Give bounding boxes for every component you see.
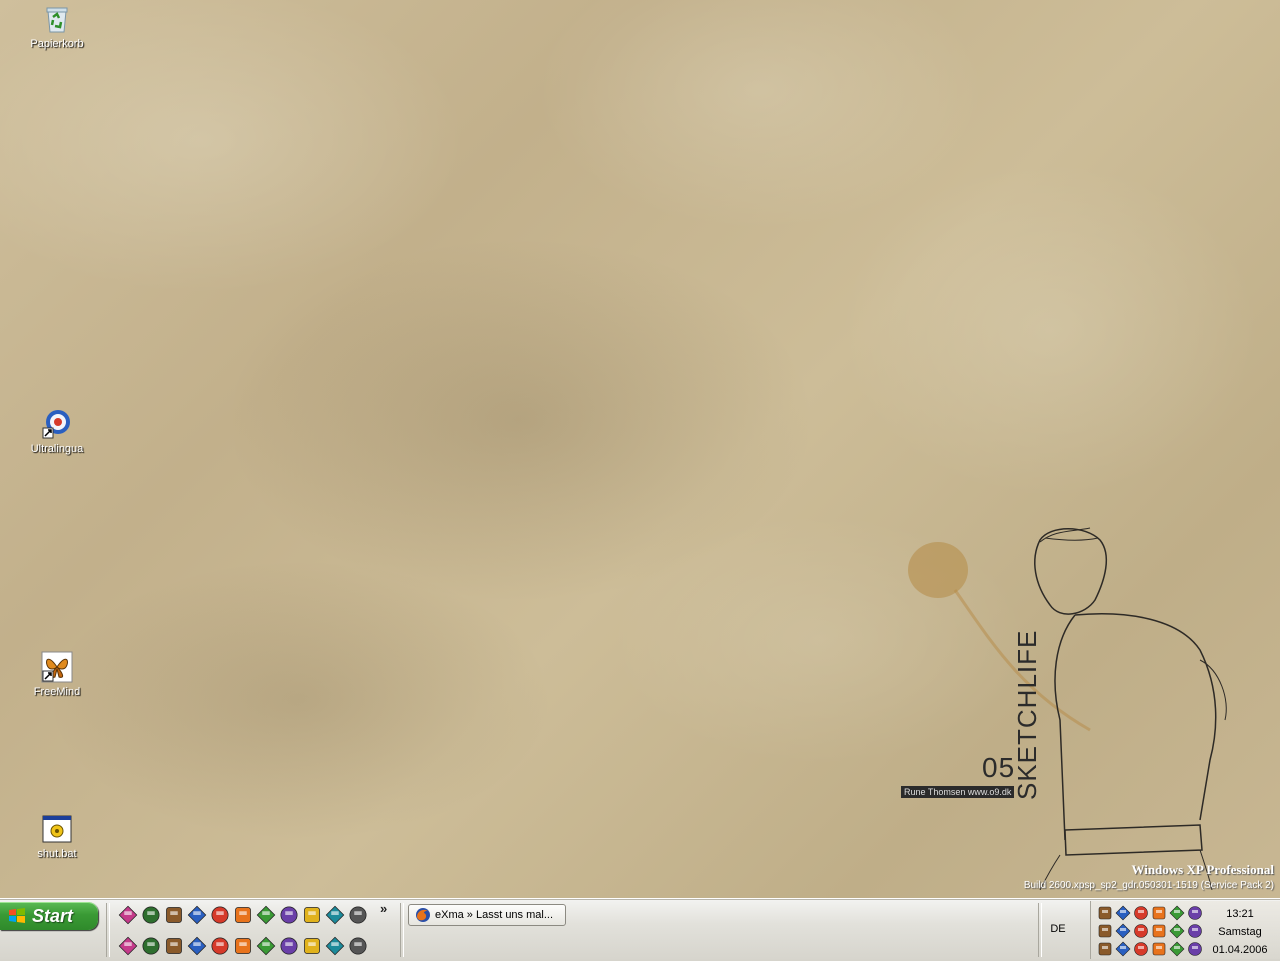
battery-icon[interactable] (1115, 923, 1131, 939)
mail-icon[interactable] (1187, 941, 1203, 957)
play-icon[interactable] (348, 905, 368, 925)
media-icon[interactable] (210, 905, 230, 925)
desktop-icon[interactable] (210, 936, 230, 956)
wallpaper-credit: Rune Thomsen www.o9.dk (901, 786, 1015, 798)
ultralingua-icon (42, 410, 70, 439)
winamp-icon[interactable] (233, 905, 253, 925)
clock-day: Samstag (1218, 926, 1262, 938)
share-icon[interactable] (1187, 923, 1203, 939)
windows-logo-icon (9, 908, 25, 923)
batch-file-icon (42, 815, 72, 843)
tree-icon[interactable] (164, 936, 184, 956)
quick-launch-chevron[interactable]: » (380, 901, 387, 916)
box-icon[interactable] (325, 936, 345, 956)
desktop-icon-ultralingua[interactable]: Ultralingua (17, 408, 97, 455)
taskbar: Start » eXma » Lasst uns mal... DE 13:21… (0, 898, 1280, 961)
wallpaper-sketch-figure (908, 527, 1227, 890)
taskbar-separator (400, 903, 404, 957)
desktop-icon-freemind[interactable]: FreeMind (17, 651, 97, 698)
web-icon[interactable] (279, 936, 299, 956)
clock-date: 01.04.2006 (1212, 944, 1268, 956)
quick-launch-row (118, 905, 368, 925)
monitor-icon[interactable] (1151, 923, 1167, 939)
desktop-icon-shut-bat[interactable]: shut.bat (17, 813, 97, 860)
network-tray-icon[interactable] (1115, 905, 1131, 921)
tray-row (1097, 941, 1203, 957)
network-icon[interactable] (187, 905, 207, 925)
security-icon[interactable] (1097, 923, 1113, 939)
os-version-watermark: Windows XP Professional (1131, 862, 1274, 877)
os-build-watermark: Build 2600.xpsp_sp2_gdr.050301-1519 (Ser… (1023, 880, 1274, 891)
clock-time: 13:21 (1226, 908, 1254, 920)
desktop-icon-recycle-bin[interactable]: Papierkorb (17, 3, 97, 50)
usb-icon[interactable] (1151, 941, 1167, 957)
monkey-icon[interactable] (233, 936, 253, 956)
task-button-firefox[interactable]: eXma » Lasst uns mal... (408, 904, 566, 926)
refresh-icon[interactable] (1169, 941, 1185, 957)
ati-icon[interactable] (1151, 905, 1167, 921)
wallpaper-number: 05 (982, 752, 1016, 783)
network-computer-icon[interactable] (256, 936, 276, 956)
desktop-icon-label: FreeMind (33, 686, 81, 698)
globe-tray-icon[interactable] (1133, 905, 1149, 921)
globe-icon[interactable] (141, 936, 161, 956)
clock[interactable]: 13:21 Samstag 01.04.2006 (1209, 905, 1271, 959)
updown-icon[interactable] (1169, 923, 1185, 939)
task-button-label: eXma » Lasst uns mal... (435, 909, 553, 921)
firefox-icon (416, 908, 430, 922)
calculator-icon[interactable] (279, 905, 299, 925)
settings-icon[interactable] (302, 905, 322, 925)
tool-icon[interactable] (348, 936, 368, 956)
bluetooth-icon[interactable] (1133, 923, 1149, 939)
clock-icon[interactable] (1133, 941, 1149, 957)
quick-launch-row (118, 936, 368, 956)
help-icon[interactable] (1187, 905, 1203, 921)
tray-row (1097, 905, 1203, 921)
close-tray-icon[interactable] (1169, 905, 1185, 921)
start-button[interactable]: Start (0, 902, 98, 930)
language-indicator[interactable]: DE (1046, 919, 1070, 939)
ie-icon[interactable] (118, 905, 138, 925)
connect-icon[interactable] (1115, 941, 1131, 957)
cmd-icon[interactable] (118, 936, 138, 956)
wallpaper-title: SKETCHLIFE (1012, 629, 1042, 800)
floppy-icon[interactable] (1097, 905, 1113, 921)
tray-row (1097, 923, 1203, 939)
grid-icon[interactable] (187, 936, 207, 956)
taskbar-separator (1038, 903, 1042, 957)
desktop-icon-label: Ultralingua (30, 443, 84, 455)
save-icon[interactable] (141, 905, 161, 925)
desktop-icon-label: Papierkorb (30, 38, 84, 50)
music-icon[interactable] (302, 936, 322, 956)
firefox-icon[interactable] (164, 905, 184, 925)
flower-icon[interactable] (256, 905, 276, 925)
system-tray: 13:21 Samstag 01.04.2006 (1090, 901, 1280, 959)
desktop[interactable]: Papierkorb Ultralingua FreeMind shut.bat… (0, 0, 1280, 898)
taskbar-separator (106, 903, 110, 957)
recycle-bin-icon (46, 7, 68, 33)
desktop-icon-label: shut.bat (37, 848, 77, 860)
start-label: Start (32, 905, 74, 926)
paint-icon[interactable] (325, 905, 345, 925)
java-icon[interactable] (1097, 941, 1113, 957)
freemind-butterfly-icon (41, 651, 73, 683)
